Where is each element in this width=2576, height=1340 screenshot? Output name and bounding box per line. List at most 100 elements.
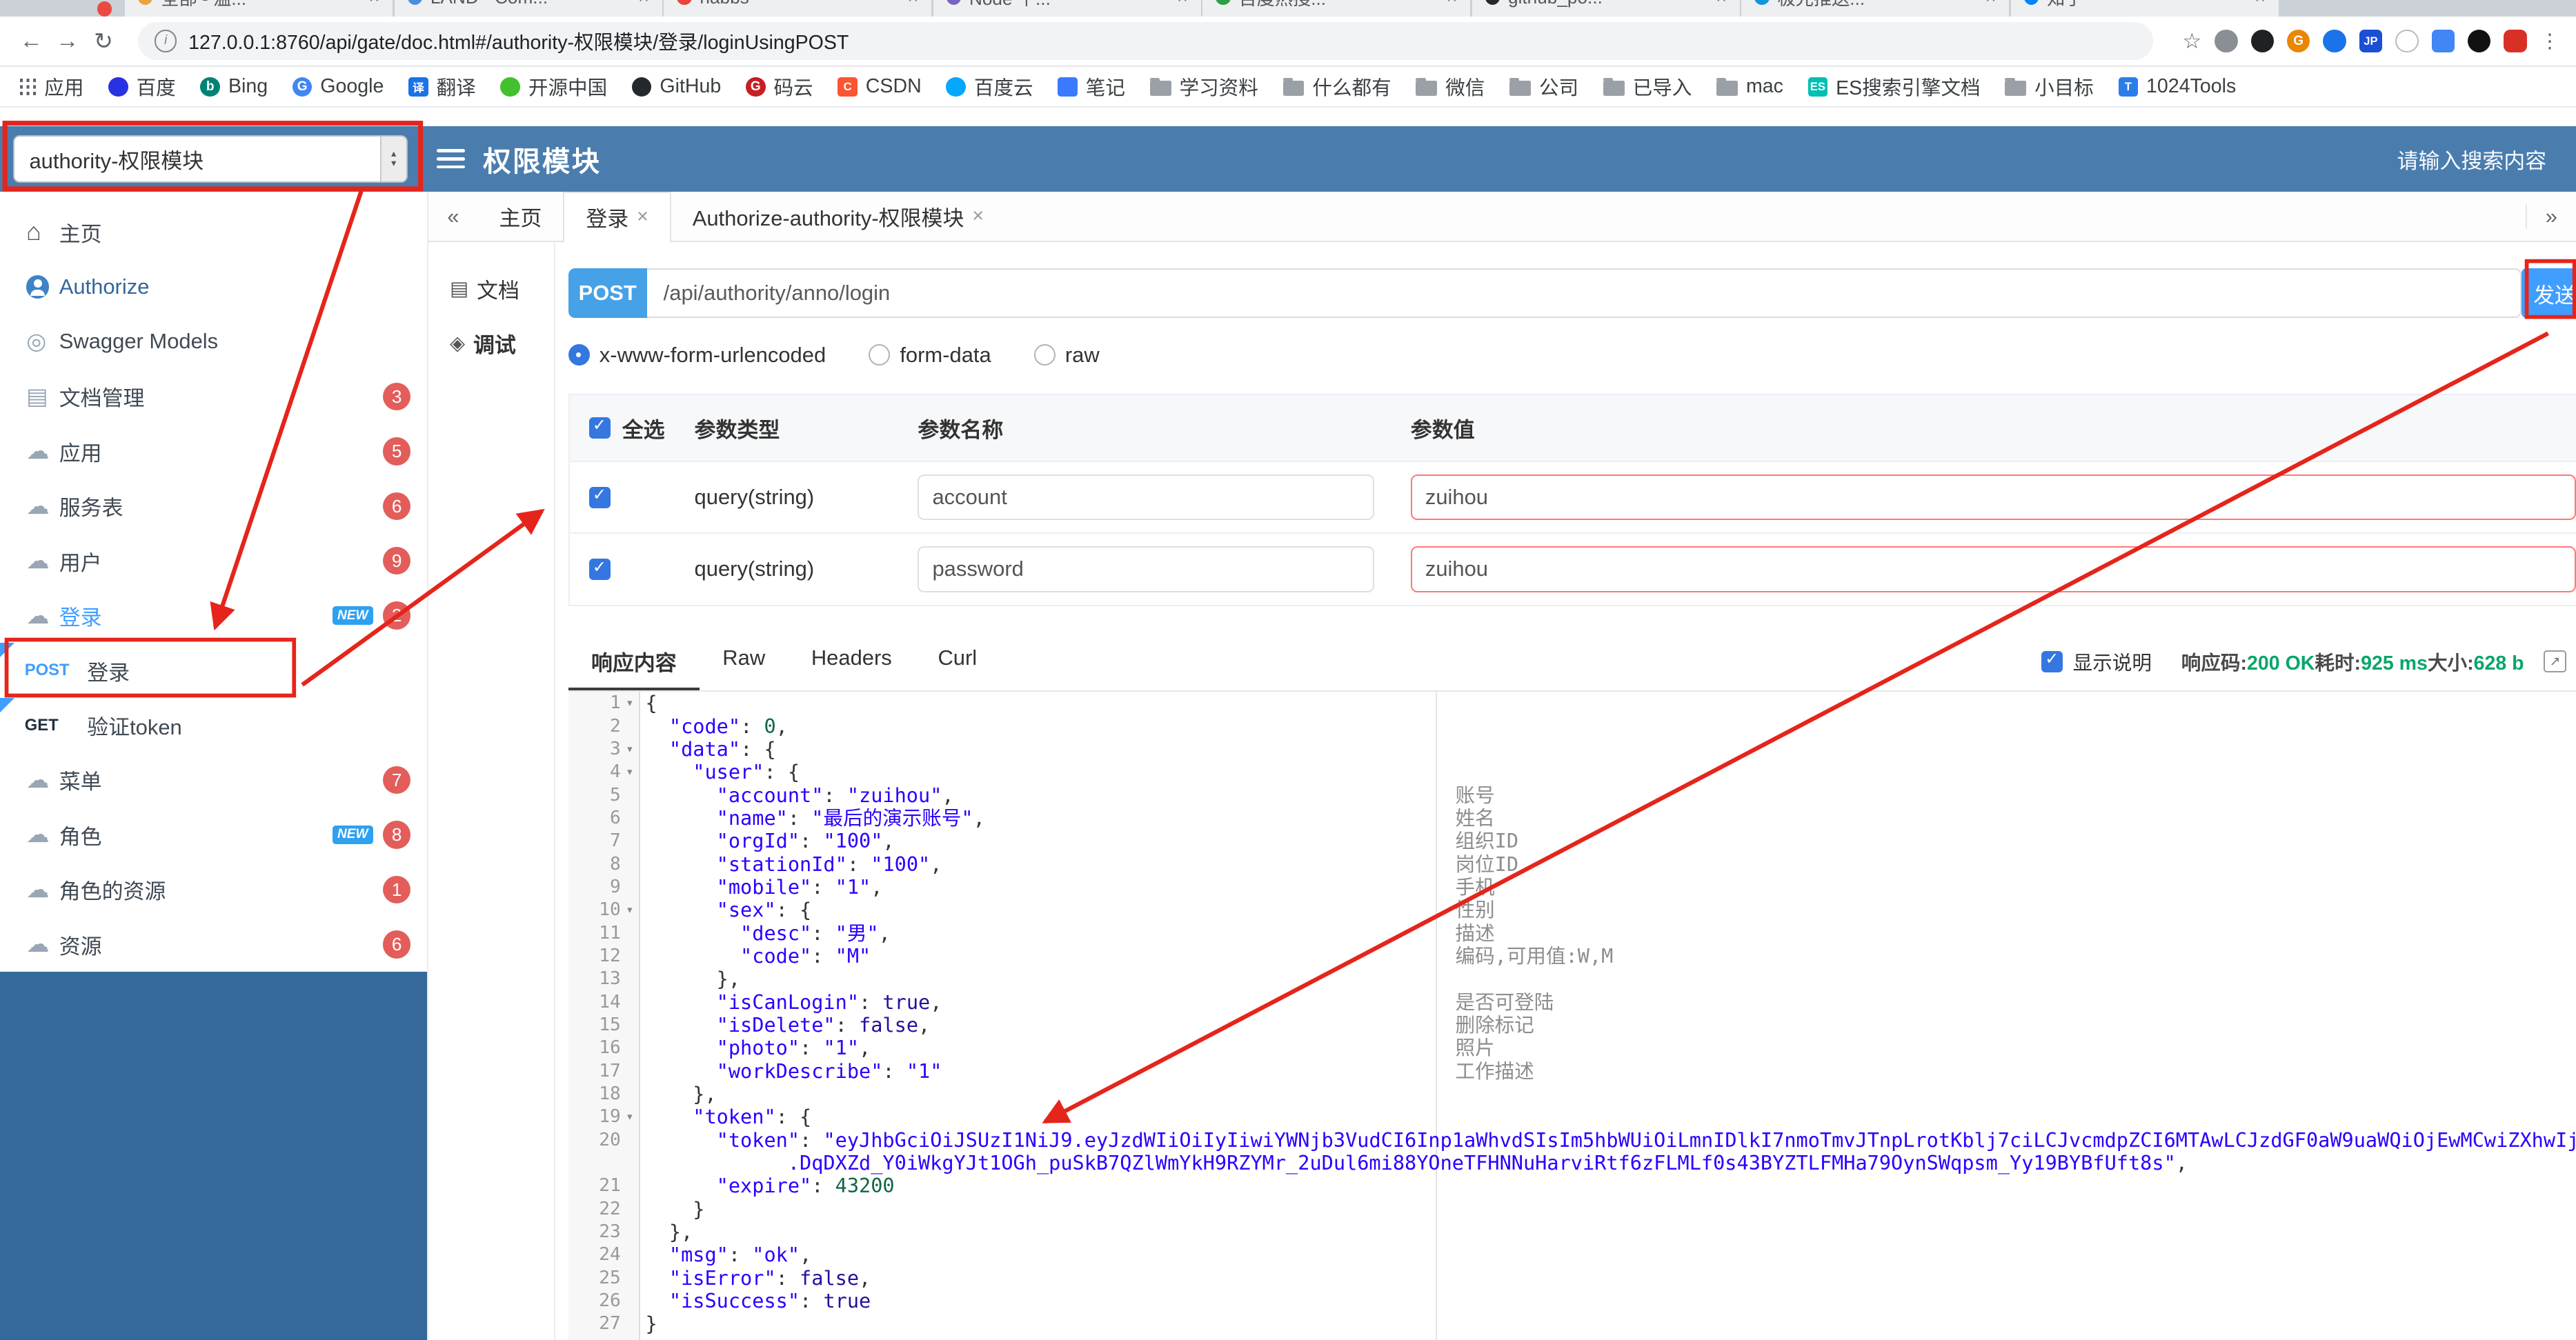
- sidebar-item-菜单[interactable]: ☁ 菜单 7: [0, 752, 427, 807]
- tab-close-icon[interactable]: ×: [638, 0, 648, 8]
- content-type-option[interactable]: form-data: [869, 343, 991, 368]
- bookmark-item[interactable]: 应用: [20, 72, 84, 101]
- sidebar-item-Authorize[interactable]: Authorize: [0, 259, 427, 314]
- sidebar-item-资源[interactable]: ☁ 资源 6: [0, 917, 427, 972]
- param-name-input[interactable]: [918, 546, 1374, 592]
- expand-icon[interactable]: [2544, 650, 2566, 673]
- content-type-option[interactable]: x-www-form-urlencoded: [568, 343, 826, 368]
- bookmark-item[interactable]: G 码云: [746, 72, 813, 101]
- rail-item-文档[interactable]: ▤ 文档: [428, 262, 553, 316]
- sidebar-item-应用[interactable]: ☁ 应用 5: [0, 424, 427, 479]
- profile-avatar[interactable]: [2504, 30, 2526, 52]
- module-select[interactable]: authority-权限模块: [13, 135, 408, 183]
- back-button[interactable]: [13, 28, 49, 54]
- rail-item-调试[interactable]: ◈ 调试: [428, 316, 553, 370]
- browser-tab[interactable]: github_po... ×: [1472, 0, 1740, 17]
- tab-close-icon[interactable]: ×: [1177, 0, 1187, 8]
- bookmark-item[interactable]: GitHub: [632, 75, 721, 98]
- extension-icon-3[interactable]: G: [2287, 30, 2310, 52]
- browser-tab[interactable]: 极光推送... ×: [1741, 0, 2009, 17]
- bookmark-item[interactable]: 什么都有: [1283, 72, 1391, 101]
- sidebar-endpoint-post[interactable]: POST 登录: [0, 643, 427, 697]
- bookmark-item[interactable]: 百度: [108, 72, 176, 101]
- extension-icon-2[interactable]: [2251, 30, 2274, 52]
- tab-close-icon[interactable]: ×: [369, 0, 379, 8]
- extension-icon-jp[interactable]: JP: [2359, 30, 2382, 52]
- bookmark-item[interactable]: 微信: [1416, 72, 1485, 101]
- bookmark-item[interactable]: 译翻译: [408, 72, 476, 101]
- fold-arrow-icon[interactable]: ▾: [621, 761, 639, 783]
- response-tab-Curl[interactable]: Curl: [915, 632, 1000, 691]
- browser-tab[interactable]: LAND - Com... ×: [395, 0, 662, 17]
- bookmark-item[interactable]: 已导入: [1603, 72, 1692, 101]
- site-info-icon[interactable]: i: [155, 30, 177, 52]
- fold-arrow-icon[interactable]: ▾: [621, 899, 639, 921]
- tab-close-icon[interactable]: ×: [2255, 0, 2266, 8]
- browser-tab[interactable]: Node 平... ×: [933, 0, 1201, 17]
- param-name-input[interactable]: [918, 474, 1374, 521]
- browser-menu-icon[interactable]: [2540, 29, 2560, 53]
- sidebar-item-用户[interactable]: ☁ 用户 9: [0, 534, 427, 588]
- response-tab-Headers[interactable]: Headers: [789, 632, 915, 691]
- tab-close-icon[interactable]: ×: [1447, 0, 1457, 8]
- traffic-light-close-button[interactable]: [97, 1, 112, 16]
- content-tab[interactable]: 主页: [478, 192, 564, 241]
- extension-icon-4[interactable]: [2323, 30, 2346, 52]
- bookmark-item[interactable]: 百度云: [946, 72, 1033, 101]
- sidebar-item-角色[interactable]: ☁ 角色 NEW 8: [0, 808, 427, 862]
- bookmark-star-icon[interactable]: [2183, 29, 2202, 54]
- bookmark-item[interactable]: T 1024Tools: [2119, 75, 2237, 98]
- bookmark-item[interactable]: mac: [1716, 75, 1783, 98]
- fold-arrow-icon[interactable]: ▾: [621, 692, 639, 714]
- row-checkbox[interactable]: [589, 559, 611, 580]
- extension-icon-5[interactable]: [2395, 30, 2418, 52]
- extension-icon-1[interactable]: [2215, 30, 2237, 52]
- extension-icon-6[interactable]: [2468, 30, 2490, 52]
- browser-tab[interactable]: 百度热搜... ×: [1202, 0, 1470, 17]
- response-tab-Raw[interactable]: Raw: [700, 632, 789, 691]
- browser-tab[interactable]: habbs×: [664, 0, 931, 17]
- bookmark-item[interactable]: 开源中国: [500, 72, 607, 101]
- radio-icon[interactable]: [1034, 344, 1056, 366]
- browser-tab[interactable]: 知乎×: [2011, 0, 2279, 17]
- forward-button[interactable]: [49, 28, 85, 54]
- param-value-input[interactable]: [1411, 474, 2576, 521]
- fold-arrow-icon[interactable]: ▾: [621, 738, 639, 761]
- tab-close-icon[interactable]: ×: [1985, 0, 1996, 8]
- tab-close-icon[interactable]: ×: [972, 205, 984, 228]
- reload-button[interactable]: [86, 28, 121, 55]
- response-editor[interactable]: 1 ▾{2 "code": 0, 3 ▾ "data": {4 ▾ "user": {5…: [568, 692, 2576, 1340]
- url-field[interactable]: i 127.0.0.1:8760/api/gate/doc.html#/auth…: [138, 22, 2153, 60]
- browser-tab[interactable]: 全部 - 温... ×: [125, 0, 393, 17]
- tabs-expand-button[interactable]: »: [2526, 204, 2576, 229]
- tab-close-icon[interactable]: ×: [1716, 0, 1726, 8]
- header-search-input[interactable]: 请输入搜索内容: [2397, 143, 2547, 174]
- sidebar-item-登录[interactable]: ☁ 登录 NEW 2: [0, 588, 427, 643]
- bookmark-item[interactable]: b Bing: [200, 75, 268, 98]
- fold-arrow-icon[interactable]: ▾: [621, 1106, 639, 1128]
- bookmark-item[interactable]: C CSDN: [838, 75, 921, 98]
- tab-close-icon[interactable]: ×: [637, 206, 648, 228]
- content-type-option[interactable]: raw: [1034, 343, 1100, 368]
- bookmark-item[interactable]: 学习资料: [1150, 72, 1258, 101]
- param-value-input[interactable]: [1411, 546, 2576, 592]
- bookmark-item[interactable]: 小目标: [2005, 72, 2094, 101]
- sidebar-item-文档管理[interactable]: ▤ 文档管理 3: [0, 369, 427, 423]
- tab-close-icon[interactable]: ×: [908, 0, 918, 8]
- sidebar-item-Swagger Models[interactable]: ◎ Swagger Models: [0, 314, 427, 369]
- bookmark-item[interactable]: 笔记: [1058, 72, 1125, 101]
- content-tab[interactable]: 登录 ×: [563, 192, 671, 243]
- bookmark-item[interactable]: 公司: [1509, 72, 1578, 101]
- sidebar-endpoint-get[interactable]: GET 验证token: [0, 698, 427, 752]
- show-desc-checkbox[interactable]: [2041, 651, 2063, 672]
- sidebar-item-服务表[interactable]: ☁ 服务表 6: [0, 479, 427, 533]
- send-button[interactable]: 发送: [2521, 268, 2576, 317]
- bookmark-item[interactable]: ES ES搜索引擎文档: [1808, 72, 1981, 101]
- row-checkbox[interactable]: [589, 487, 611, 508]
- menu-icon[interactable]: [437, 149, 464, 169]
- api-path-field[interactable]: /api/authority/anno/login: [647, 268, 2522, 317]
- sidebar-item-角色的资源[interactable]: ☁ 角色的资源 1: [0, 862, 427, 917]
- tabs-collapse-button[interactable]: «: [428, 204, 477, 229]
- select-all-checkbox[interactable]: [589, 417, 611, 439]
- content-tab[interactable]: Authorize-authority-权限模块 ×: [671, 192, 1005, 241]
